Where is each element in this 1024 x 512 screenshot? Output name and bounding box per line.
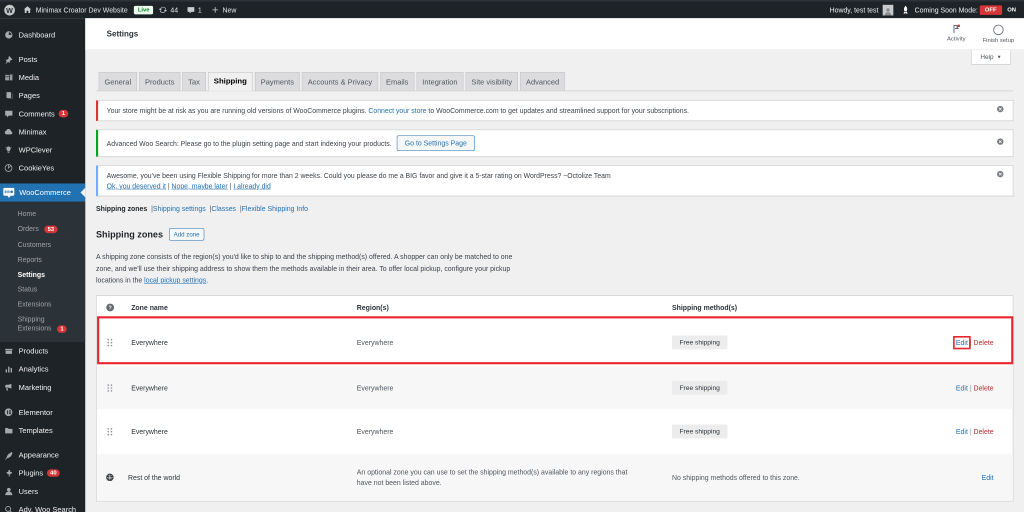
- svg-text:W: W: [6, 6, 13, 15]
- svg-text:?: ?: [108, 305, 111, 311]
